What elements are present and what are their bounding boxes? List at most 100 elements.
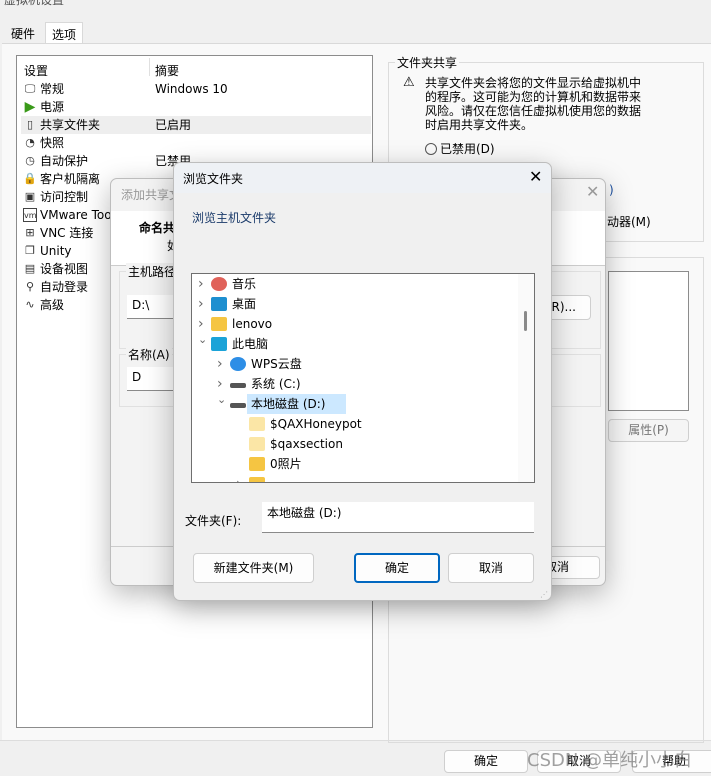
browse-ok-button[interactable]: 确定 [354,553,440,583]
folder-label: 文件夹(F): [185,514,242,528]
ok-button[interactable]: 确定 [444,750,528,773]
lock-icon: 🔒 [23,172,37,185]
monitor-icon: 🖵 [24,82,36,95]
chevron-right-icon[interactable]: › [198,294,208,314]
folder-icon [249,457,265,471]
host-path-label: 主机路径 [126,263,179,280]
settings-item-summary: Windows 10 [155,82,228,96]
browse-cancel-button[interactable]: 取消 [448,553,534,583]
map-drive-checkbox-label[interactable]: 动器(M) [607,213,651,230]
chevron-right-icon[interactable]: › [236,474,246,482]
properties-button[interactable]: 属性(P) [608,419,689,442]
watermark: CSDN @单纯小小白 [527,750,693,771]
folder-icon [249,437,265,451]
chevron-right-icon[interactable]: › [198,274,208,294]
tree-item[interactable]: › 音乐 [192,274,518,294]
settings-item-label: 自动登录 [40,280,89,294]
settings-item[interactable]: ▯ 共享文件夹 已启用 [21,116,371,134]
tree-item[interactable]: ›... [192,474,518,482]
tree-scrollbar[interactable] [518,274,534,482]
settings-item-label: Unity [40,244,72,258]
shared-folder-icon: ▯ [26,118,34,131]
radio-label: 已禁用(D) [440,142,495,156]
device-view-icon: ▤ [24,262,36,275]
settings-item-label: 访问控制 [40,190,89,204]
tree-item[interactable]: › 桌面 [192,294,518,314]
settings-item-label: VMware Tools [40,208,122,222]
tree-item-label: lenovo [232,317,273,331]
tree-item-label: 桌面 [232,297,257,311]
tab-options[interactable]: 选项 [45,22,84,44]
settings-item-label: 自动保护 [40,154,89,168]
folder-icon [249,417,265,431]
tree-item-label: 音乐 [232,277,257,291]
name-label: 名称(A) [126,346,172,363]
settings-item-summary: 已启用 [155,118,192,132]
settings-item[interactable]: 🖵 常规 Windows 10 [21,80,371,98]
settings-item-label: 快照 [40,136,65,150]
browse-title: 浏览文件夹 [183,172,244,186]
browse-description: 浏览主机文件夹 [192,211,277,225]
chevron-down-icon[interactable]: ⌄ [217,390,227,410]
new-folder-button[interactable]: 新建文件夹(M) [193,553,314,583]
tree-item-label: $QAXHoneypot [270,417,362,431]
settings-item-label: VNC 连接 [40,226,94,240]
wizard-close-icon[interactable]: ✕ [586,182,599,201]
tab-hardware[interactable]: 硬件 [5,22,41,44]
settings-item-label: 常规 [40,82,65,96]
tree-item-label: $qaxsection [270,437,343,451]
warning-text: 共享文件夹会将您的文件显示给虚拟机中的程序。这可能为您的计算机和数据带来风险。请… [425,76,642,132]
snapshot-icon: ◔ [25,136,35,149]
folder-tree[interactable]: › 音乐 › 桌面 › lenovo ⌄ 此电脑 › WPS云盘 › 系统 (C:) ⌄ 本地磁盘 (D:… [191,273,535,483]
autologin-icon: ⚲ [25,280,35,293]
warning-icon: ⚠ [403,75,415,90]
settings-item[interactable]: ▶ 电源 [21,98,371,116]
tree-item[interactable]: › lenovo [192,314,518,334]
cloud-icon [230,357,246,371]
column-divider [149,58,150,76]
chevron-right-icon[interactable]: › [217,354,227,374]
browse-close-icon[interactable]: ✕ [529,167,542,186]
tree-item[interactable]: $qaxsection [192,434,518,454]
tree-item-label: 0照片 [270,457,302,471]
col-summary: 摘要 [155,64,180,78]
advanced-icon: ∿ [25,298,35,311]
settings-item[interactable]: ◔ 快照 [21,134,371,152]
tree-item-label: 此电脑 [232,337,269,351]
group-title: 文件夹共享 [395,54,460,71]
computer-icon [211,337,227,351]
folder-input[interactable]: 本地磁盘 (D:) [262,502,534,533]
radio-option-partial[interactable]: ) [609,183,614,197]
vnc-icon: ⊞ [25,226,35,239]
folders-list[interactable] [608,271,689,411]
tree-item-label: 本地磁盘 (D:) [251,397,326,411]
radio-disabled[interactable]: 已禁用(D) [425,140,495,157]
access-lock-icon: ▣ [24,190,36,203]
footer-divider [0,740,711,741]
tree-item-label: 系统 (C:) [251,377,301,391]
window-title: 虚拟机设置 [4,0,65,7]
resize-grip-icon[interactable]: ⋰ [540,590,548,599]
settings-item-label: 电源 [40,100,65,114]
tree-item[interactable]: 0照片 [192,454,518,474]
settings-item-label: 设备视图 [40,262,89,276]
scrollbar-thumb[interactable] [524,311,527,331]
tree-item[interactable]: › WPS云盘 [192,354,518,374]
tree-item-label: ... [270,474,281,482]
tree-item[interactable]: › 系统 (C:) [192,374,518,394]
settings-item-label: 共享文件夹 [40,118,101,132]
chevron-down-icon[interactable]: ⌄ [198,330,208,350]
tree-item[interactable]: ⌄ 本地磁盘 (D:) [192,393,518,414]
drive-icon [230,403,246,408]
power-play-icon: ▶ [24,99,36,115]
tree-item[interactable]: ⌄ 此电脑 [192,333,518,354]
tree-item[interactable]: $QAXHoneypot [192,414,518,434]
vm-icon: vm [23,208,37,222]
music-icon [211,277,227,291]
col-setting: 设置 [24,64,49,78]
folder-icon [249,477,265,482]
unity-icon: ❐ [25,244,35,257]
tree-item-label: WPS云盘 [251,357,302,371]
desktop-icon [211,297,227,311]
clock-icon: ◷ [25,154,35,167]
